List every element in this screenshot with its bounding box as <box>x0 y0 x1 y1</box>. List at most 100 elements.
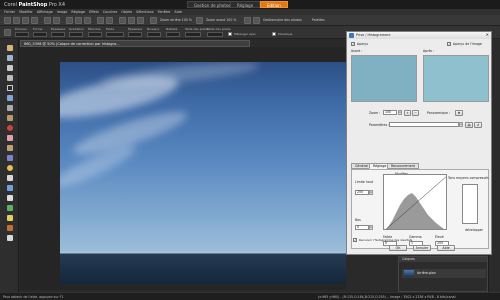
fill-tool-icon[interactable] <box>5 184 14 192</box>
cancel-button[interactable]: Annuler <box>413 245 431 251</box>
save-icon[interactable] <box>22 17 29 24</box>
option-label: Pinceau <box>15 27 27 31</box>
text-tool-icon[interactable] <box>5 194 14 202</box>
makeover-tool-icon[interactable] <box>5 134 14 142</box>
option-label: Épaisseur <box>51 27 66 31</box>
copy-icon[interactable] <box>75 17 82 24</box>
histogram-dialog: Prise / Histogramme ✕ ✓ Aperçu ✓ Aperçu … <box>346 31 492 255</box>
tab-edit[interactable]: Edition <box>260 1 288 8</box>
eraser-tool-icon[interactable] <box>5 174 14 182</box>
zoom-in-button[interactable]: + <box>404 110 411 116</box>
pick-tool-icon[interactable] <box>5 64 14 72</box>
option-field[interactable] <box>207 32 223 37</box>
upper-limit-label: Limite haut <box>355 180 374 184</box>
settings-dropdown-arrow[interactable]: ▾ <box>459 122 463 127</box>
overlay-label: Recouvrir l'histogramme des résultats <box>359 238 413 242</box>
dodge-tool-icon[interactable] <box>5 164 14 172</box>
adjust-icon[interactable] <box>119 17 126 24</box>
brush-tool-icon[interactable] <box>5 154 14 162</box>
option-field[interactable] <box>33 32 47 37</box>
after-preview[interactable] <box>423 55 489 102</box>
selection-tool-icon[interactable] <box>5 84 14 92</box>
pan-button[interactable]: ✥ <box>455 110 463 116</box>
option-label: Niveaux <box>147 27 160 31</box>
preset-icon[interactable] <box>4 29 11 36</box>
straighten-tool-icon[interactable] <box>5 114 14 122</box>
zoom-out-button[interactable]: − <box>412 110 419 116</box>
crop-icon[interactable] <box>97 17 104 24</box>
blend-checkbox[interactable] <box>228 32 232 36</box>
save-preset-icon[interactable]: ▤ <box>465 122 473 128</box>
palettes-menu[interactable]: Palettes <box>312 18 325 22</box>
move-tool-icon[interactable] <box>5 74 14 82</box>
tab-adjust[interactable]: Réglage <box>230 1 261 8</box>
resize-icon[interactable] <box>106 17 113 24</box>
mosaic-checkbox[interactable] <box>272 32 276 36</box>
cut-icon[interactable] <box>66 17 73 24</box>
option-field[interactable] <box>147 32 161 37</box>
photo-manager-button[interactable]: Gestionnaire des photos <box>263 18 302 22</box>
zoom-spinner[interactable]: ▾ <box>398 110 402 115</box>
pan-tool-icon[interactable] <box>5 44 14 52</box>
option-field[interactable] <box>166 32 180 37</box>
reset-icon[interactable]: ↺ <box>474 122 482 128</box>
option-field[interactable] <box>69 32 83 37</box>
option-field[interactable] <box>185 32 201 37</box>
red-eye-tool-icon[interactable] <box>5 124 14 132</box>
close-icon[interactable]: ✕ <box>486 32 489 37</box>
undo-icon[interactable] <box>44 17 51 24</box>
open-icon[interactable] <box>13 17 20 24</box>
option-field[interactable] <box>88 32 102 37</box>
low-limit-spinner[interactable]: ▾ <box>369 225 373 230</box>
zoom-field[interactable]: 100 <box>383 110 397 115</box>
paste-icon[interactable] <box>84 17 91 24</box>
upper-limit-spinner[interactable]: ▾ <box>369 190 373 195</box>
low-limit-label: Bas <box>355 218 361 222</box>
option-field[interactable] <box>106 32 124 37</box>
image-preview-checkbox[interactable]: ✓ <box>447 42 451 46</box>
midtones-slider[interactable] <box>462 184 478 224</box>
option-field[interactable] <box>51 32 65 37</box>
zoom-tool-icon[interactable] <box>5 54 14 62</box>
settings-dropdown[interactable] <box>389 122 459 127</box>
fit-icon[interactable] <box>244 17 251 24</box>
art-tool-icon[interactable] <box>5 234 14 242</box>
before-label: Avant : <box>351 49 363 53</box>
new-icon[interactable] <box>4 17 11 24</box>
option-field[interactable] <box>128 32 142 37</box>
crop-tool-icon[interactable] <box>5 104 14 112</box>
clone-tool-icon[interactable] <box>5 144 14 152</box>
manager-icon[interactable] <box>253 17 260 24</box>
warp-tool-icon[interactable] <box>5 224 14 232</box>
low-limit-field[interactable]: 0 <box>355 225 369 230</box>
ok-button[interactable]: OK <box>389 245 407 251</box>
document-tab[interactable]: IMG_5398 @ 50% (Calque de correction par… <box>20 40 250 47</box>
layers-icon[interactable] <box>137 17 144 24</box>
layer-row[interactable]: Arrière-plan <box>402 269 486 278</box>
dialog-title: Prise / Histogramme ✕ <box>347 32 491 39</box>
option-field[interactable] <box>15 32 29 37</box>
mosaic-label: Mosaïque <box>278 32 293 36</box>
zoom-out-icon[interactable] <box>150 17 157 24</box>
blend-label: Mélanger avec <box>234 32 257 36</box>
help-button[interactable]: Aide <box>437 245 455 251</box>
print-icon[interactable] <box>31 17 38 24</box>
effects-icon[interactable] <box>128 17 135 24</box>
zoom-in-icon[interactable] <box>196 17 203 24</box>
preview-checkbox[interactable]: ✓ <box>351 42 355 46</box>
pen-tool-icon[interactable] <box>5 214 14 222</box>
shape-tool-icon[interactable] <box>5 204 14 212</box>
photo-canvas[interactable] <box>60 62 346 284</box>
overlay-checkbox[interactable]: ✓ <box>353 238 357 242</box>
redo-icon[interactable] <box>53 17 60 24</box>
upper-limit-field[interactable]: 255 <box>355 190 369 195</box>
pan-label: Panoramique : <box>427 111 451 115</box>
zoom-in-label[interactable]: Zoom avant 100 % <box>206 18 236 22</box>
histogram-graph[interactable] <box>383 174 447 230</box>
before-preview[interactable] <box>351 55 417 102</box>
zoom-out-label[interactable]: Zoom arrière 100 % <box>160 18 192 22</box>
tools-palette <box>0 39 19 292</box>
after-label: Après : <box>423 49 435 53</box>
dialog-icon <box>349 33 354 38</box>
dropper-tool-icon[interactable] <box>5 94 14 102</box>
